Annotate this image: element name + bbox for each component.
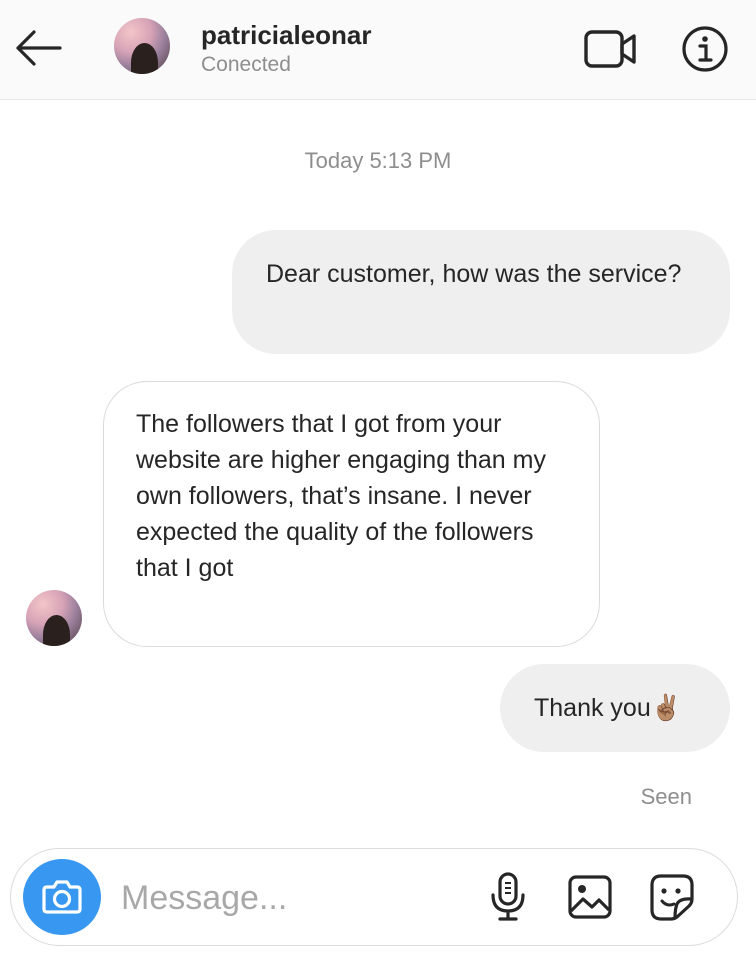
contact-username[interactable]: patricialeonar	[201, 20, 372, 51]
sender-avatar[interactable]	[26, 590, 82, 646]
message-input[interactable]	[119, 871, 473, 925]
camera-button[interactable]	[23, 859, 101, 935]
message-timestamp: Today 5:13 PM	[304, 148, 452, 173]
gallery-button[interactable]	[565, 871, 615, 923]
outgoing-message[interactable]: Dear customer, how was the service?	[232, 230, 730, 354]
chat-header: patricialeonar Conected	[0, 0, 756, 100]
info-icon	[682, 26, 728, 72]
back-button[interactable]	[10, 22, 66, 74]
avatar[interactable]	[114, 18, 170, 74]
microphone-icon	[491, 872, 525, 921]
arrow-left-icon	[16, 30, 62, 66]
video-camera-icon	[584, 30, 636, 68]
camera-icon	[42, 880, 82, 914]
message-composer	[10, 848, 738, 946]
info-button[interactable]	[680, 24, 730, 74]
voice-message-button[interactable]	[483, 871, 533, 923]
video-call-button[interactable]	[580, 26, 640, 72]
image-gallery-icon	[568, 875, 612, 919]
seen-status: Seen	[640, 784, 692, 809]
incoming-message[interactable]: The followers that I got from your websi…	[103, 381, 600, 647]
sticker-button[interactable]	[647, 871, 697, 923]
sticker-icon	[650, 874, 694, 921]
outgoing-message[interactable]: Thank you✌🏽	[500, 664, 730, 752]
contact-status: Conected	[201, 53, 291, 76]
